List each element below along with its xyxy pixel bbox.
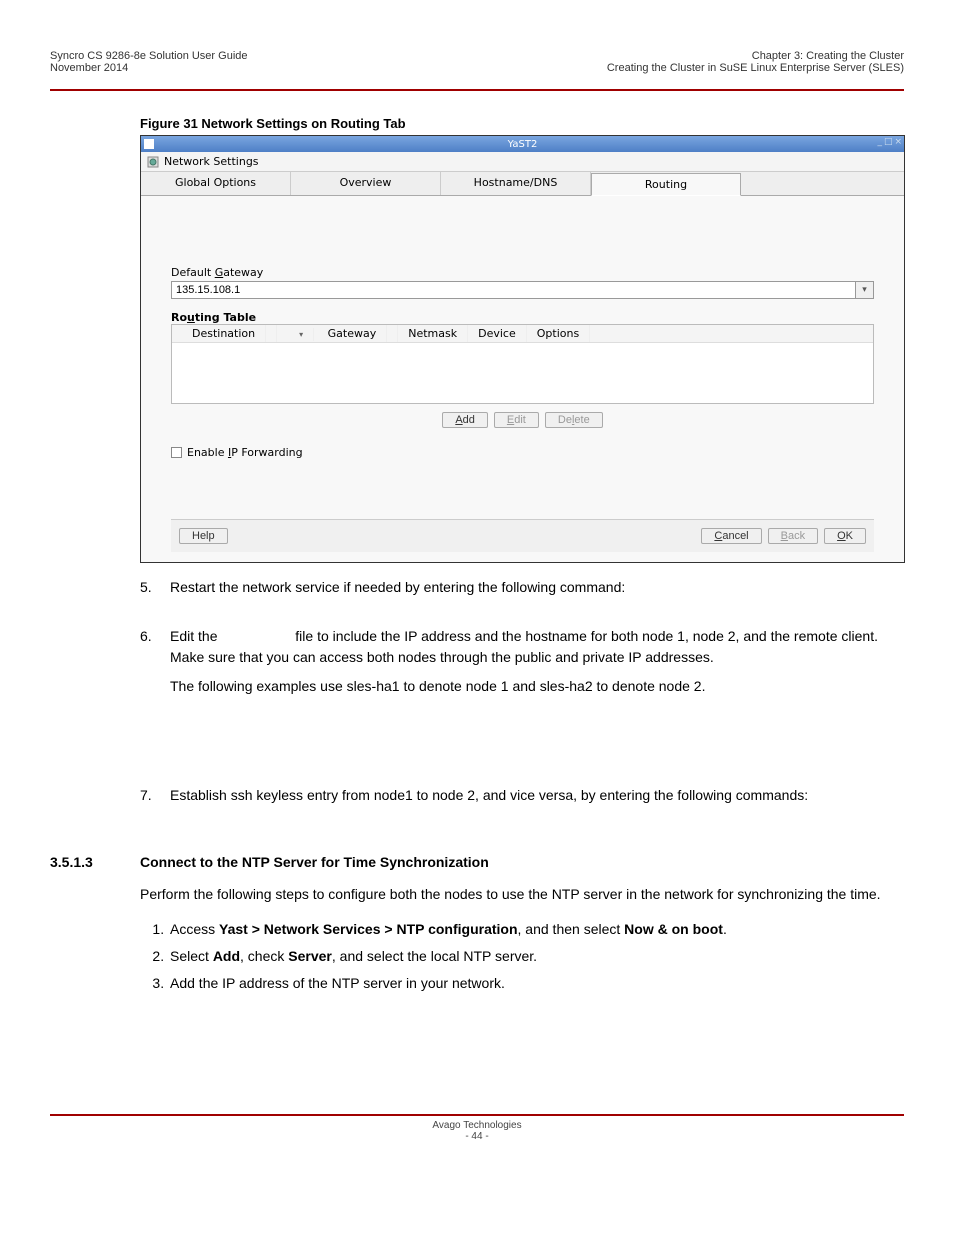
section-heading: 3.5.1.3 Connect to the NTP Server for Ti…	[50, 854, 904, 870]
chapter-section: Creating the Cluster in SuSE Linux Enter…	[607, 62, 904, 74]
section-step-1: Access Yast > Network Services > NTP con…	[168, 919, 904, 940]
figure-caption: Figure 31 Network Settings on Routing Ta…	[140, 116, 904, 131]
chapter-title: Chapter 3: Creating the Cluster	[607, 50, 904, 62]
gateway-dropdown-button[interactable]: ▾	[856, 281, 874, 299]
footer-page: - 44 -	[50, 1131, 904, 1142]
section-title: Connect to the NTP Server for Time Synch…	[140, 854, 489, 870]
document-footer: Avago Technologies - 44 -	[50, 1114, 904, 1142]
help-button[interactable]: Help	[179, 528, 228, 544]
section-number: 3.5.1.3	[50, 854, 140, 870]
default-gateway-input[interactable]	[171, 281, 856, 299]
section-step-2: Select Add, check Server, and select the…	[168, 946, 904, 967]
tab-overview[interactable]: Overview	[291, 172, 441, 195]
minimize-icon[interactable]: _	[877, 137, 882, 147]
col-destination[interactable]: Destination	[172, 325, 277, 342]
col-gateway[interactable]: ▾ Gateway	[277, 325, 398, 342]
edit-button[interactable]: Edit	[494, 412, 539, 428]
col-options[interactable]: Options	[527, 325, 590, 342]
sort-indicator-icon: ▾	[289, 328, 314, 341]
ip-forwarding-label: Enable IP Forwarding	[187, 446, 303, 459]
yast-screenshot: YaST2 _ □ × Network Settings Global Opti…	[140, 135, 905, 563]
back-button[interactable]: Back	[768, 528, 818, 544]
step-6: 6. Edit the file to include the IP addre…	[140, 626, 904, 705]
delete-button[interactable]: Delete	[545, 412, 603, 428]
yast-subheader: Network Settings	[141, 152, 904, 172]
doc-title: Syncro CS 9286-8e Solution User Guide	[50, 50, 248, 62]
doc-date: November 2014	[50, 62, 248, 74]
yast-module-title: Network Settings	[164, 155, 259, 168]
cancel-button[interactable]: Cancel	[701, 528, 761, 544]
step-5: 5. Restart the network service if needed…	[140, 577, 904, 606]
tab-global-options[interactable]: Global Options	[141, 172, 291, 195]
section-step-3: Add the IP address of the NTP server in …	[168, 973, 904, 994]
tab-routing[interactable]: Routing	[591, 173, 741, 196]
ok-button[interactable]: OK	[824, 528, 866, 544]
close-icon[interactable]: ×	[894, 137, 902, 147]
maximize-icon[interactable]: □	[884, 137, 893, 147]
network-settings-icon	[147, 156, 159, 168]
document-header: Syncro CS 9286-8e Solution User Guide No…	[50, 50, 904, 91]
step-7: 7. Establish ssh keyless entry from node…	[140, 785, 904, 814]
add-button[interactable]: Add	[442, 412, 488, 428]
section-intro: Perform the following steps to configure…	[140, 884, 904, 905]
window-titlebar[interactable]: YaST2 _ □ ×	[141, 136, 904, 152]
routing-table[interactable]: Destination ▾ Gateway Netmask Device Opt…	[171, 324, 874, 404]
col-netmask[interactable]: Netmask	[398, 325, 468, 342]
col-device[interactable]: Device	[468, 325, 527, 342]
ip-forwarding-checkbox[interactable]	[171, 447, 182, 458]
routing-table-label: Routing Table	[171, 311, 874, 324]
chevron-down-icon: ▾	[862, 285, 867, 295]
default-gateway-label: Default Gateway	[171, 266, 874, 279]
footer-company: Avago Technologies	[50, 1120, 904, 1131]
tab-hostname-dns[interactable]: Hostname/DNS	[441, 172, 591, 195]
window-title: YaST2	[141, 139, 904, 150]
tab-bar: Global Options Overview Hostname/DNS Rou…	[141, 172, 904, 196]
